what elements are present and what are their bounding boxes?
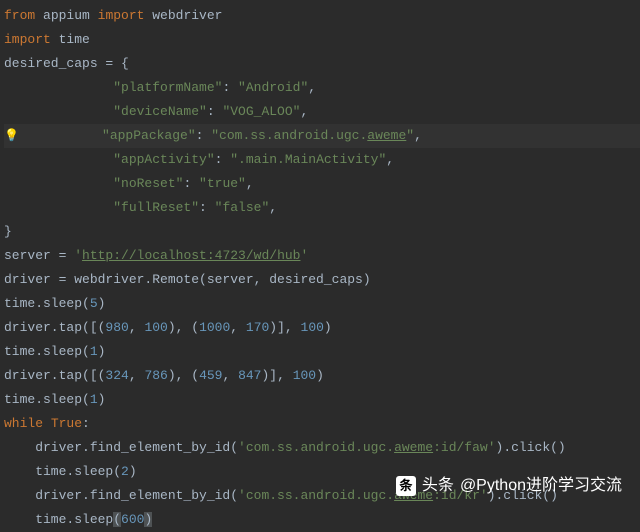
code-line[interactable]: "deviceName": "VOG_ALOO", [4,100,640,124]
code-line[interactable]: "appActivity": ".main.MainActivity", [4,148,640,172]
code-line[interactable]: driver = webdriver.Remote(server, desire… [4,268,640,292]
watermark-label: 头条 [422,474,454,498]
matched-paren: ) [144,512,152,527]
keyword-import: import [4,32,51,47]
lightbulb-icon[interactable]: 💡 [4,124,24,148]
keyword-from: from [4,8,35,23]
keyword-import: import [98,8,145,23]
code-editor[interactable]: from appium import webdriver import time… [0,0,640,532]
code-line[interactable]: time.sleep(600) [4,508,640,532]
code-line[interactable]: import time [4,28,640,52]
watermark-icon: 条 [396,476,416,496]
code-line[interactable]: desired_caps = { [4,52,640,76]
code-line[interactable]: } [4,220,640,244]
code-line[interactable]: from appium import webdriver [4,4,640,28]
keyword-while: while [4,416,51,431]
code-line[interactable]: time.sleep(5) [4,292,640,316]
code-line[interactable]: driver.tap([(980, 100), (1000, 170)], 10… [4,316,640,340]
watermark: 条 头条 @Python进阶学习交流 [396,474,622,498]
code-line[interactable]: server = 'http://localhost:4723/wd/hub' [4,244,640,268]
code-line[interactable]: time.sleep(1) [4,340,640,364]
code-line[interactable]: "platformName": "Android", [4,76,640,100]
code-line[interactable]: time.sleep(1) [4,388,640,412]
code-line-highlighted[interactable]: 💡 "appPackage": "com.ss.android.ugc.awem… [4,124,640,148]
code-line[interactable]: driver.tap([(324, 786), (459, 847)], 100… [4,364,640,388]
matched-paren: ( [113,512,121,527]
watermark-text: @Python进阶学习交流 [460,474,622,498]
code-line[interactable]: "fullReset": "false", [4,196,640,220]
code-line[interactable]: driver.find_element_by_id('com.ss.androi… [4,436,640,460]
code-line[interactable]: while True: [4,412,640,436]
url-link[interactable]: http://localhost:4723/wd/hub [82,248,300,263]
code-line[interactable]: "noReset": "true", [4,172,640,196]
